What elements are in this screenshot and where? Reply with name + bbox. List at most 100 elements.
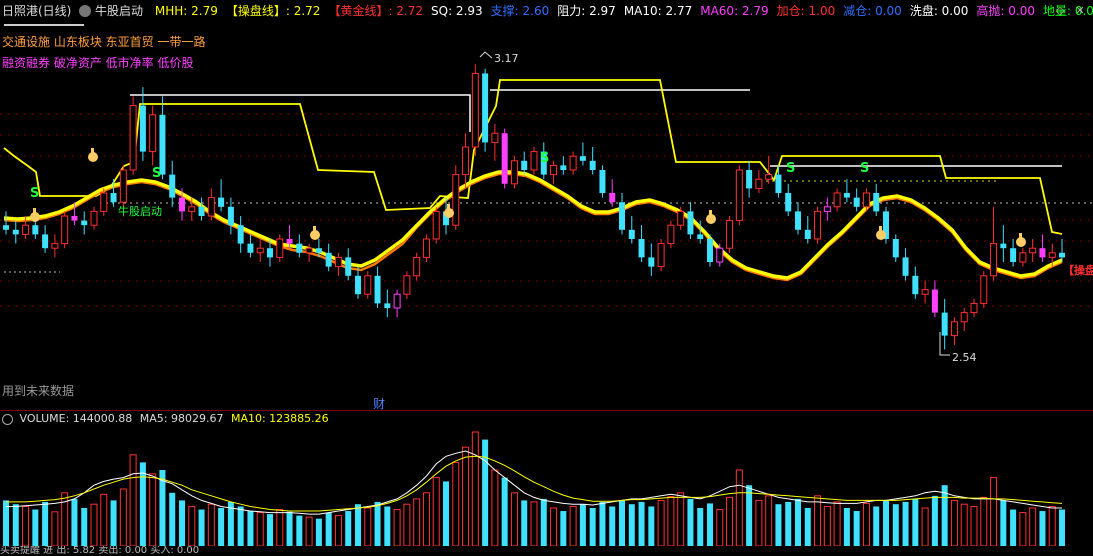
candle-body-49 bbox=[482, 73, 489, 143]
candle-body-93 bbox=[912, 275, 919, 295]
candle-body-34 bbox=[334, 256, 342, 268]
candle-body-31 bbox=[305, 247, 313, 254]
volume-bar-102 bbox=[1000, 500, 1007, 546]
volume-bar-33 bbox=[325, 512, 332, 546]
candle-body-108 bbox=[1059, 252, 1065, 258]
header-value-9: 减仓: 0.00 bbox=[843, 4, 902, 18]
volume-bar-35 bbox=[345, 511, 352, 546]
volume-panel-icon[interactable] bbox=[2, 413, 13, 425]
stock-name[interactable]: 日照港(日线) bbox=[2, 0, 71, 22]
candle-body-86 bbox=[843, 193, 850, 198]
candle-body-36 bbox=[355, 275, 361, 295]
candle-body-67 bbox=[657, 243, 665, 268]
candle-body-81 bbox=[795, 211, 801, 230]
volume-bar-80 bbox=[785, 501, 792, 546]
indicator-selector-icon[interactable] bbox=[79, 4, 92, 17]
volume-bar-103 bbox=[1010, 509, 1017, 546]
volume-bar-17 bbox=[169, 492, 176, 546]
candle-body-47 bbox=[462, 146, 470, 176]
volume-bar-92 bbox=[902, 501, 909, 546]
finance-marker[interactable]: 财 bbox=[373, 397, 385, 411]
candle-body-63 bbox=[619, 202, 625, 230]
volume-bar-45 bbox=[443, 481, 449, 546]
volume-bar-55 bbox=[540, 498, 547, 546]
volume-bar-2 bbox=[22, 505, 30, 546]
candle-body-99 bbox=[970, 302, 978, 314]
high-price-label: 3.17 bbox=[494, 52, 519, 65]
volume-bar-39 bbox=[384, 506, 391, 546]
volume-bar-48 bbox=[471, 431, 479, 546]
trade-reminder-bar: 买卖提醒 进 出: 5.82 卖出: 0.00 买入: 0.00 bbox=[0, 546, 200, 556]
volume-chart[interactable] bbox=[0, 424, 1093, 546]
volume-bar-15 bbox=[149, 473, 157, 546]
candle-body-89 bbox=[873, 193, 880, 212]
candle-body-74 bbox=[726, 220, 734, 249]
volume-bar-32 bbox=[315, 518, 322, 546]
candle-body-6 bbox=[61, 215, 69, 245]
volume-bar-96 bbox=[941, 485, 948, 546]
candle-body-85 bbox=[833, 192, 841, 208]
low-price-label: 2.54 bbox=[952, 351, 977, 364]
candle-body-75 bbox=[735, 169, 743, 222]
volume-bar-53 bbox=[521, 500, 528, 546]
volume-bar-86 bbox=[843, 508, 850, 546]
candle-body-1 bbox=[12, 229, 19, 235]
volume-bar-28 bbox=[276, 509, 284, 546]
volume-bar-5 bbox=[51, 511, 59, 546]
close-icon[interactable]: ✕ bbox=[1072, 3, 1088, 19]
candle-body-96 bbox=[941, 312, 948, 336]
candle-body-83 bbox=[814, 210, 822, 240]
indicator-name[interactable]: 牛股启动 bbox=[95, 0, 143, 22]
candle-body-48 bbox=[471, 72, 479, 148]
candle-body-107 bbox=[1048, 252, 1056, 258]
volume-bar-40 bbox=[393, 509, 401, 546]
price-chart[interactable]: 3.17 2.54 S S S S S 牛股启动【操盘 bbox=[0, 22, 1093, 410]
diamond-icon[interactable]: ◇ bbox=[1052, 3, 1068, 19]
volume-bar-93 bbox=[912, 498, 919, 546]
candle-body-17 bbox=[169, 174, 176, 198]
volume-bar-63 bbox=[619, 500, 625, 546]
candle-body-28 bbox=[276, 238, 284, 258]
volume-bar-25 bbox=[247, 511, 254, 546]
volume-bar-11 bbox=[110, 500, 117, 546]
candle-body-9 bbox=[90, 210, 98, 226]
candle-body-32 bbox=[315, 248, 322, 253]
candle-body-2 bbox=[22, 224, 30, 235]
candle-body-58 bbox=[569, 155, 577, 171]
candle-body-51 bbox=[501, 133, 508, 184]
volume-bar-20 bbox=[198, 509, 205, 546]
candle-body-21 bbox=[207, 197, 215, 217]
candle-body-50 bbox=[491, 132, 499, 143]
hand-marker-finger-3 bbox=[447, 204, 450, 210]
header-value-1: 【操盘线】: 2.72 bbox=[225, 4, 321, 18]
volume-bar-41 bbox=[403, 503, 411, 546]
volume-bar-108 bbox=[1059, 509, 1065, 546]
candle-body-0 bbox=[3, 225, 9, 230]
volume-bar-99 bbox=[970, 505, 978, 546]
volume-bar-78 bbox=[765, 495, 773, 546]
candle-body-68 bbox=[667, 224, 675, 245]
start-label: 牛股启动 bbox=[118, 204, 162, 218]
volume-bar-70 bbox=[687, 498, 694, 546]
candle-body-91 bbox=[892, 239, 899, 258]
volume-bar-106 bbox=[1039, 511, 1046, 546]
candle-body-101 bbox=[990, 243, 998, 277]
candle-body-20 bbox=[198, 206, 205, 216]
candle-body-3 bbox=[32, 225, 39, 235]
candle-body-43 bbox=[422, 238, 430, 258]
candle-body-24 bbox=[237, 225, 244, 244]
volume-bar-18 bbox=[179, 500, 185, 546]
candle-body-22 bbox=[218, 197, 225, 207]
candle-body-37 bbox=[364, 275, 372, 295]
candle-body-4 bbox=[42, 234, 49, 249]
volume-bar-95 bbox=[931, 495, 938, 546]
volume-bar-75 bbox=[735, 469, 743, 546]
candle-body-13 bbox=[129, 105, 137, 171]
volume-bar-29 bbox=[286, 511, 293, 546]
candle-body-14 bbox=[139, 105, 146, 152]
volume-bar-3 bbox=[32, 509, 39, 546]
volume-bar-85 bbox=[833, 501, 841, 546]
hand-marker-finger-4 bbox=[709, 210, 712, 216]
candle-body-11 bbox=[110, 193, 117, 203]
signal-s-1: S bbox=[152, 166, 161, 181]
